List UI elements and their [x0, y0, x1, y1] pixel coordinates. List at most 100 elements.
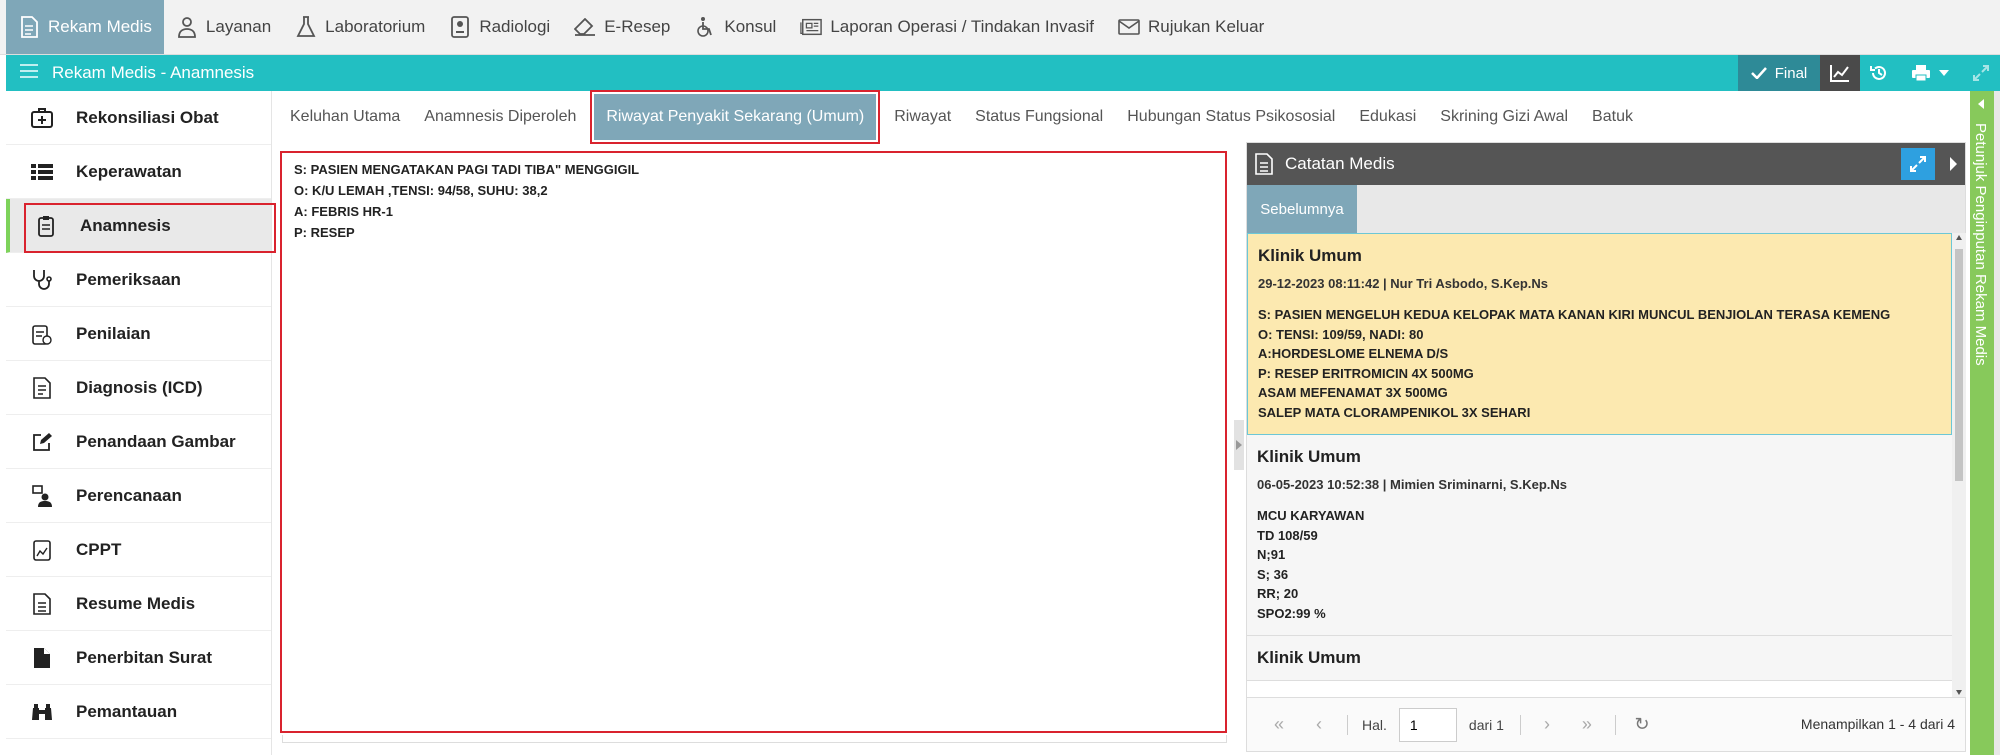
chart-button[interactable]: [1820, 55, 1860, 91]
edit-icon: [30, 430, 54, 454]
tab-riwayat-penyakit-sekarang[interactable]: Riwayat Penyakit Sekarang (Umum): [590, 90, 881, 144]
tab-status-fungsional[interactable]: Status Fungsional: [963, 94, 1115, 140]
nav-label: Laboratorium: [325, 17, 426, 36]
sidebar-item-pemantauan[interactable]: Pemantauan: [6, 685, 271, 739]
tab-sebelumnya[interactable]: Sebelumnya: [1247, 185, 1357, 233]
sidebar: Rekonsiliasi Obat Keperawatan Anamnesis …: [6, 91, 276, 755]
sidebar-item-resume-medis[interactable]: Resume Medis: [6, 577, 271, 631]
toolbar: Final: [1738, 55, 2000, 91]
sidebar-item-penandaan-gambar[interactable]: Penandaan Gambar: [6, 415, 271, 469]
prev-page-icon[interactable]: ‹: [1307, 713, 1331, 737]
nav-e-resep[interactable]: E-Resep: [562, 0, 682, 54]
note-line: P: RESEP ERITROMICIN 4X 500MG: [1258, 365, 1474, 381]
sidebar-item-keperawatan[interactable]: Keperawatan: [6, 145, 271, 199]
nav-konsul[interactable]: Konsul: [682, 0, 788, 54]
panel-expand-button[interactable]: [1901, 148, 1935, 180]
note-body: S: PASIEN MENGELUH KEDUA KELOPAK MATA KA…: [1258, 305, 1941, 422]
chevron-right-icon[interactable]: [1950, 157, 1957, 171]
page-title: Rekam Medis - Anamnesis: [52, 63, 255, 82]
nav-rujukan-keluar[interactable]: Rujukan Keluar: [1106, 0, 1276, 54]
last-page-icon[interactable]: »: [1575, 713, 1599, 737]
sidebar-item-label: Anamnesis: [80, 215, 171, 235]
refresh-icon[interactable]: ↻: [1630, 713, 1654, 737]
sidebar-item-label: Keperawatan: [76, 161, 182, 181]
chevron-left-icon: [1978, 99, 1984, 109]
nav-laporan-operasi[interactable]: Laporan Operasi / Tindakan Invasif: [788, 0, 1106, 54]
panel-splitter[interactable]: [1234, 420, 1244, 470]
sidebar-item-penerbitan-surat[interactable]: Penerbitan Surat: [6, 631, 271, 685]
sidebar-item-rekonsiliasi-obat[interactable]: Rekonsiliasi Obat: [6, 91, 271, 145]
sidebar-item-cppt[interactable]: CPPT: [6, 523, 271, 577]
nav-label: Rekam Medis: [48, 17, 152, 36]
tab-hubungan-status-psikososial[interactable]: Hubungan Status Psikososial: [1115, 94, 1347, 140]
scroll-up-icon[interactable]: [1956, 235, 1962, 240]
checklist-icon: [30, 322, 54, 346]
tab-keluhan-utama[interactable]: Keluhan Utama: [278, 94, 412, 140]
note-title: Klinik Umum: [1257, 648, 1361, 667]
anamnesis-tabs: Keluhan Utama Anamnesis Diperoleh Riwaya…: [278, 90, 1968, 144]
final-button[interactable]: Final: [1738, 55, 1820, 91]
history-button[interactable]: [1860, 55, 1898, 91]
petunjuk-label: Petunjuk Penginputan Rekam Medis: [1972, 123, 1989, 366]
pagination: « ‹ Hal. dari 1 › » ↻ Menampilkan 1 - 4 …: [1247, 697, 1965, 751]
note-meta: 29-12-2023 08:11:42 | Nur Tri Asbodo, S.…: [1258, 276, 1548, 291]
next-page-icon[interactable]: ›: [1535, 713, 1559, 737]
sidebar-item-diagnosis[interactable]: Diagnosis (ICD): [6, 361, 271, 415]
medkit-icon: [30, 106, 54, 130]
page-count: dari 1: [1468, 716, 1504, 733]
document-icon: [18, 16, 40, 38]
xray-icon: [449, 16, 471, 38]
list-item[interactable]: Klinik Umum 06-05-2023 10:52:38 | Mimien…: [1247, 435, 1952, 636]
file-text-icon: [1255, 153, 1275, 175]
eraser-icon: [574, 16, 596, 38]
expand-button[interactable]: [1962, 55, 2000, 91]
sidebar-item-label: Resume Medis: [76, 593, 196, 613]
tab-anamnesis-diperoleh[interactable]: Anamnesis Diperoleh: [412, 94, 588, 140]
nav-label: E-Resep: [604, 17, 671, 36]
nav-laboratorium[interactable]: Laboratorium: [283, 0, 437, 54]
page-label: Hal.: [1362, 716, 1387, 733]
menu-icon[interactable]: [20, 63, 38, 83]
nav-radiologi[interactable]: Radiologi: [437, 0, 562, 54]
sidebar-item-anamnesis[interactable]: Anamnesis: [6, 199, 276, 253]
top-navigation: Rekam Medis Layanan Laboratorium Radiolo…: [0, 0, 2000, 55]
sidebar-item-label: Rekonsiliasi Obat: [76, 107, 219, 127]
nav-label: Laporan Operasi / Tindakan Invasif: [830, 17, 1095, 36]
first-page-icon[interactable]: «: [1267, 713, 1291, 737]
tab-skrining-gizi-awal[interactable]: Skrining Gizi Awal: [1428, 94, 1580, 140]
file-code-icon: [30, 376, 54, 400]
anamnesis-textarea[interactable]: S: PASIEN MENGATAKAN PAGI TADI TIBA" MEN…: [280, 151, 1227, 733]
notes-scrollbar[interactable]: [1952, 233, 1966, 697]
tab-batuk[interactable]: Batuk: [1580, 94, 1645, 140]
list-icon: [30, 160, 54, 184]
list-item[interactable]: Klinik Umum: [1247, 636, 1952, 681]
panel-title: Catatan Medis: [1285, 154, 1395, 173]
divider: [1347, 714, 1348, 735]
tab-riwayat[interactable]: Riwayat: [882, 94, 963, 140]
scroll-thumb[interactable]: [1955, 249, 1963, 481]
final-label: Final: [1774, 64, 1808, 82]
sidebar-item-perencanaan[interactable]: Perencanaan: [6, 469, 271, 523]
petunjuk-sidebar-toggle[interactable]: Petunjuk Penginputan Rekam Medis: [1970, 91, 1994, 755]
binoculars-icon: [30, 700, 54, 724]
notes-list: Klinik Umum 29-12-2023 08:11:42 | Nur Tr…: [1247, 233, 1952, 697]
expand-icon: [1973, 65, 1989, 81]
note-line: SPO2:99 %: [1257, 605, 1326, 621]
nav-rekam-medis[interactable]: Rekam Medis: [6, 0, 164, 54]
window-edge: [1994, 91, 2000, 755]
panel-subtabs: Sebelumnya: [1247, 185, 1965, 233]
list-item[interactable]: Klinik Umum 29-12-2023 08:11:42 | Nur Tr…: [1247, 233, 1952, 435]
sidebar-item-pemeriksaan[interactable]: Pemeriksaan: [6, 253, 271, 307]
nav-label: Konsul: [724, 17, 777, 36]
catatan-medis-panel: Catatan Medis Sebelumnya Klinik Umum 29-…: [1246, 142, 1966, 752]
tab-edukasi[interactable]: Edukasi: [1347, 94, 1428, 140]
sidebar-item-label: Penilaian: [76, 323, 151, 343]
scroll-down-icon[interactable]: [1956, 690, 1962, 695]
print-button[interactable]: [1898, 55, 1962, 91]
note-line: A:HORDESLOME ELNEMA D/S: [1258, 346, 1449, 361]
page-input[interactable]: [1398, 707, 1457, 742]
sidebar-item-label: Penandaan Gambar: [76, 431, 236, 451]
print-icon: [1911, 64, 1931, 82]
nav-layanan[interactable]: Layanan: [164, 0, 283, 54]
sidebar-item-penilaian[interactable]: Penilaian: [6, 307, 271, 361]
